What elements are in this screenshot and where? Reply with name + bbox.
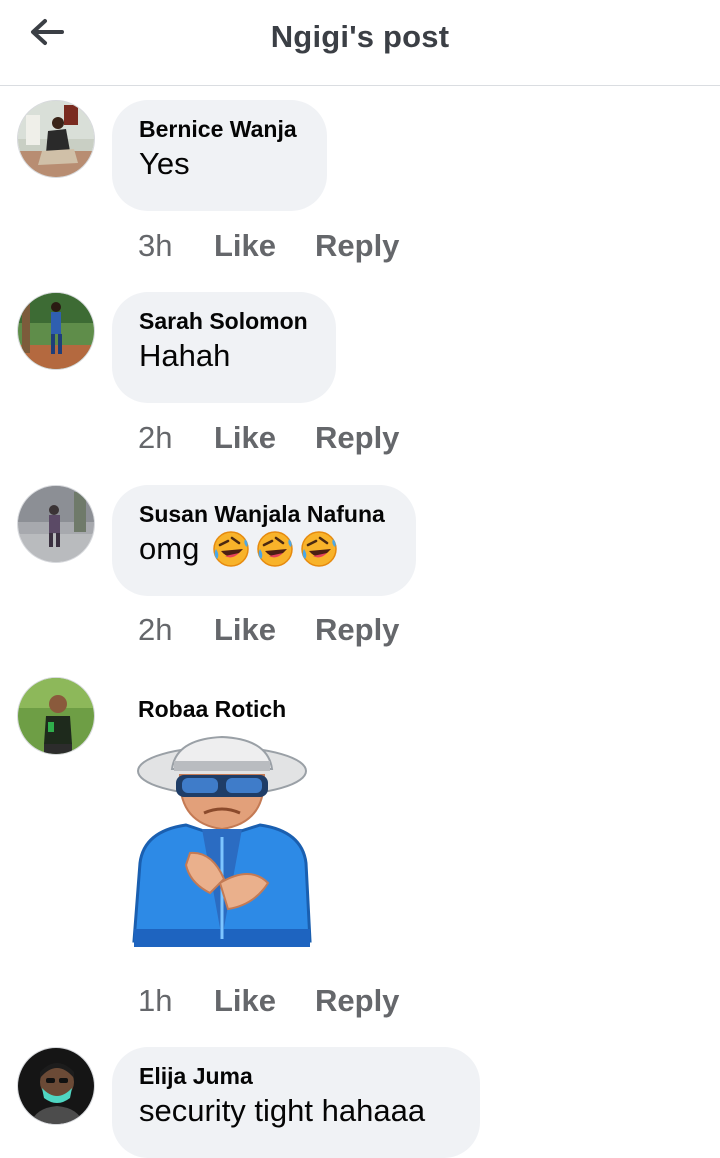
comment-actions: 1h Like Reply (138, 983, 399, 1019)
reply-button[interactable]: Reply (315, 228, 399, 264)
comment-text: omg (139, 529, 389, 569)
reply-button[interactable]: Reply (315, 983, 399, 1019)
comment-bubble[interactable]: Susan Wanjala Nafuna omg (112, 485, 416, 596)
comment-bubble[interactable]: Sarah Solomon Hahah (112, 292, 336, 403)
rolling-on-floor-laughing-icon (301, 531, 338, 567)
avatar[interactable] (17, 100, 95, 178)
top-app-bar: Ngigi's post (0, 0, 720, 86)
comment-author[interactable]: Bernice Wanja (139, 114, 300, 144)
like-button[interactable]: Like (214, 612, 315, 648)
like-button[interactable]: Like (214, 420, 315, 456)
like-button[interactable]: Like (214, 983, 315, 1019)
comment-author[interactable]: Susan Wanjala Nafuna (139, 499, 389, 529)
cool-grandpa-clapping-sticker-icon (132, 735, 312, 947)
avatar[interactable] (17, 485, 95, 563)
comment-timestamp[interactable]: 3h (138, 228, 214, 264)
comment-text: security tight hahaaa (139, 1093, 426, 1128)
reply-button[interactable]: Reply (315, 420, 399, 456)
comment-author[interactable]: Robaa Rotich (138, 694, 286, 724)
comment-actions: 2h Like Reply (138, 420, 399, 456)
comment-timestamp[interactable]: 2h (138, 420, 214, 456)
comment-author[interactable]: Elija Juma (139, 1061, 453, 1091)
rolling-on-floor-laughing-icon (257, 531, 294, 567)
comment-bubble[interactable]: Bernice Wanja Yes (112, 100, 327, 211)
comment-timestamp[interactable]: 2h (138, 612, 214, 648)
reply-button[interactable]: Reply (315, 612, 399, 648)
comment-bubble[interactable]: Elija Juma security tight hahaaa (112, 1047, 480, 1158)
comment-actions: 3h Like Reply (138, 228, 399, 264)
comment-actions: 2h Like Reply (138, 612, 399, 648)
like-button[interactable]: Like (214, 228, 315, 264)
sticker[interactable] (120, 733, 315, 955)
comment-text: Yes (139, 146, 190, 181)
comment-author[interactable]: Sarah Solomon (139, 306, 309, 336)
comment-text: Hahah (139, 338, 231, 373)
page-title: Ngigi's post (270, 19, 450, 54)
avatar[interactable] (17, 292, 95, 370)
comment-timestamp[interactable]: 1h (138, 983, 214, 1019)
rolling-on-floor-laughing-icon (213, 531, 250, 567)
comment-text-content: omg (139, 531, 200, 566)
avatar[interactable] (17, 677, 95, 755)
avatar[interactable] (17, 1047, 95, 1125)
